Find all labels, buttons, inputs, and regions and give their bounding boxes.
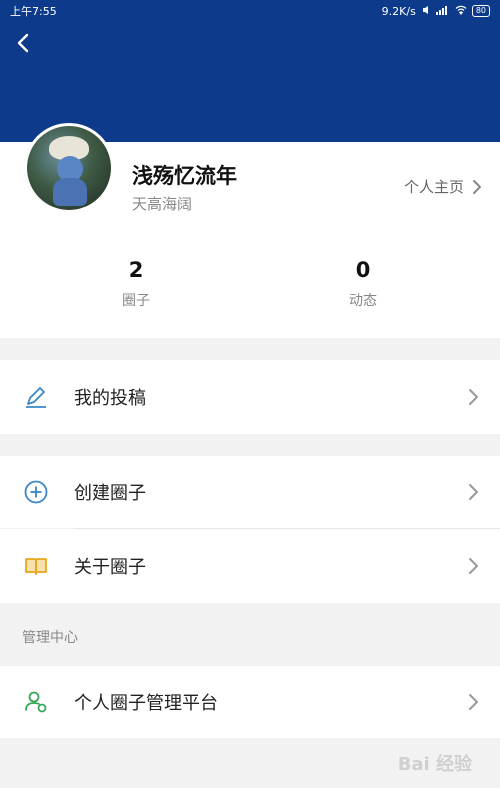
username: 浅殇忆流年 <box>132 164 237 188</box>
avatar[interactable] <box>24 123 114 213</box>
menu-label-my-posts: 我的投稿 <box>74 388 146 409</box>
stat-circles[interactable]: 2 圈子 <box>76 258 196 310</box>
menu-item-my-posts[interactable]: 我的投稿 <box>0 360 500 434</box>
stat-circles-value: 2 <box>128 258 144 282</box>
mute-icon <box>421 5 431 18</box>
homepage-label: 个人主页 <box>403 178 464 196</box>
stat-circles-label: 圈子 <box>122 293 150 309</box>
user-settings-icon <box>22 688 50 716</box>
book-icon <box>22 552 50 580</box>
user-signature: 天高海阔 <box>132 195 193 213</box>
chevron-right-icon <box>469 484 478 500</box>
status-indicators: 9.2K/s 80 <box>382 5 490 18</box>
personal-homepage-link[interactable]: 个人主页 <box>404 176 482 197</box>
wifi-icon <box>455 5 467 18</box>
stat-posts-value: 0 <box>355 258 371 282</box>
status-time: 上午7:55 <box>10 5 57 18</box>
section-header-admin: 管理中心 <box>0 608 500 666</box>
chevron-right-icon <box>469 558 478 574</box>
stat-posts-label: 动态 <box>349 293 377 309</box>
network-speed: 9.2K/s <box>381 4 416 18</box>
chevron-right-icon <box>469 389 478 405</box>
menu-label-create-circle: 创建圈子 <box>74 483 146 504</box>
status-bar: 上午7:55 9.2K/s 80 <box>0 0 500 22</box>
back-button[interactable] <box>10 30 36 56</box>
chevron-left-icon <box>17 33 29 53</box>
chevron-right-icon <box>473 179 481 194</box>
battery-indicator: 80 <box>471 5 490 17</box>
pencil-icon <box>22 383 50 411</box>
menu-item-about-circle[interactable]: 关于圈子 <box>0 529 500 603</box>
plus-circle-icon <box>22 478 50 506</box>
signal-icon <box>435 5 450 18</box>
watermark: Bai 经验 <box>397 754 472 775</box>
menu-item-personal-admin-platform[interactable]: 个人圈子管理平台 <box>0 666 500 738</box>
chevron-right-icon <box>469 694 478 710</box>
menu-label-about-circle: 关于圈子 <box>74 557 146 578</box>
menu-item-create-circle[interactable]: 创建圈子 <box>0 456 500 528</box>
stat-posts[interactable]: 0 动态 <box>303 258 423 310</box>
menu-label-personal-admin-platform: 个人圈子管理平台 <box>74 693 218 714</box>
